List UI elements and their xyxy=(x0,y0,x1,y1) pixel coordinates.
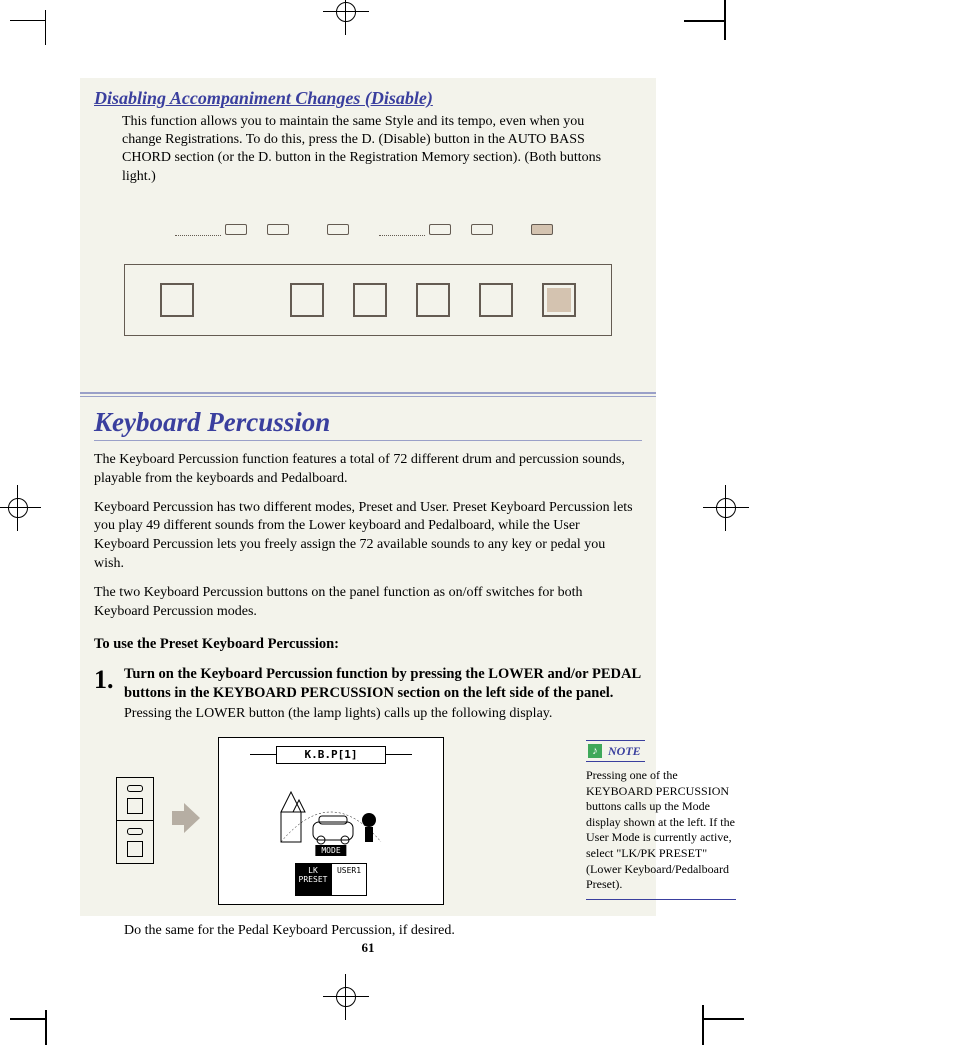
section-title-keyboard-percussion: Keyboard Percussion xyxy=(80,405,656,440)
section-title-disable: Disabling Accompaniment Changes (Disable… xyxy=(80,78,656,109)
manual-page: Disabling Accompaniment Changes (Disable… xyxy=(80,78,656,916)
paragraph: The two Keyboard Percussion buttons on t… xyxy=(80,574,656,622)
page-number: 61 xyxy=(80,940,656,956)
step-followup: Do the same for the Pedal Keyboard Percu… xyxy=(80,905,656,939)
lcd-display: K.B.P[1] MODE LK PRESET USE xyxy=(218,737,444,905)
crop-mark xyxy=(702,1005,704,1045)
arrow-right-icon xyxy=(172,801,200,840)
crop-mark xyxy=(10,1018,45,1020)
step-instruction: Turn on the Keyboard Percussion function… xyxy=(124,665,642,703)
registration-mark-icon xyxy=(716,498,736,518)
panel-square-button xyxy=(290,283,324,317)
button-icon xyxy=(127,841,143,857)
registration-memory-row xyxy=(124,264,612,336)
crop-mark xyxy=(45,10,46,45)
panel-square-button xyxy=(479,283,513,317)
panel-square-button xyxy=(416,283,450,317)
led-icon xyxy=(127,828,143,835)
lower-button xyxy=(117,778,153,820)
keyboard-percussion-buttons xyxy=(116,777,154,864)
panel-button xyxy=(429,224,451,235)
lcd-tab-label: K.B.P[1] xyxy=(276,746,386,764)
lcd-option-preset: LK PRESET xyxy=(295,863,331,896)
panel-square-button xyxy=(353,283,387,317)
paragraph: The Keyboard Percussion function feature… xyxy=(80,441,656,489)
panel-square-button-disable xyxy=(542,283,576,317)
panel-small-buttons-row xyxy=(80,220,656,238)
connector-line xyxy=(175,235,221,236)
panel-button xyxy=(327,224,349,235)
crop-mark xyxy=(724,0,726,40)
note-icon: ♪ xyxy=(588,744,602,758)
note-text: Pressing one of the KEYBOARD PERCUSSION … xyxy=(586,768,736,900)
diagram-row: K.B.P[1] MODE LK PRESET USE xyxy=(80,723,656,905)
registration-mark-icon xyxy=(336,987,356,1007)
panel-square-button xyxy=(160,283,194,317)
panel-button xyxy=(225,224,247,235)
step-detail: Pressing the LOWER button (the lamp ligh… xyxy=(124,705,642,723)
step-number: 1. xyxy=(94,665,124,695)
pedal-button xyxy=(117,820,153,863)
button-icon xyxy=(127,798,143,814)
lcd-option-user: USER1 xyxy=(331,863,367,896)
crop-mark xyxy=(684,20,724,22)
crop-mark xyxy=(704,1018,744,1020)
paragraph: Keyboard Percussion has two different mo… xyxy=(80,489,656,575)
crop-mark xyxy=(10,20,45,21)
connector-line xyxy=(379,235,425,236)
note-callout: ♪ NOTE Pressing one of the KEYBOARD PERC… xyxy=(586,740,736,900)
panel-button xyxy=(267,224,289,235)
panel-button-disable xyxy=(531,224,553,235)
step-1: 1. Turn on the Keyboard Percussion funct… xyxy=(80,653,656,723)
lcd-mode-label: MODE xyxy=(315,845,346,856)
registration-mark-icon xyxy=(8,498,28,518)
led-icon xyxy=(127,785,143,792)
crop-mark xyxy=(45,1010,47,1045)
registration-mark-icon xyxy=(336,2,356,22)
panel-button xyxy=(471,224,493,235)
section-divider xyxy=(80,392,656,397)
note-label: NOTE xyxy=(606,744,643,758)
howto-heading: To use the Preset Keyboard Percussion: xyxy=(80,622,656,653)
note-tag: ♪ NOTE xyxy=(586,740,645,762)
section-body-disable: This function allows you to maintain the… xyxy=(80,109,656,190)
